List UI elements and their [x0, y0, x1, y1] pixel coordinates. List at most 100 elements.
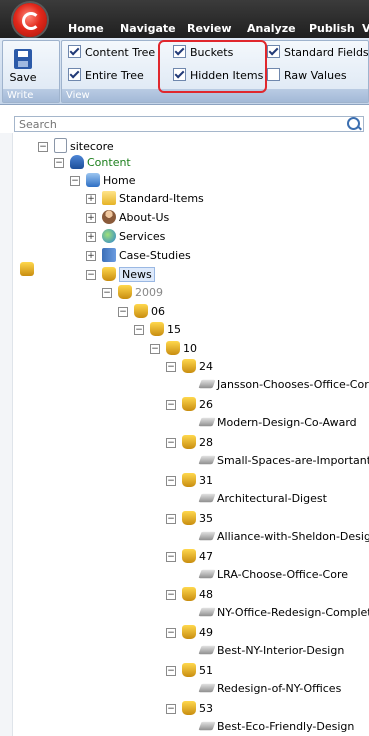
folder-icon — [102, 191, 116, 205]
tree-item-modern-design[interactable]: Modern-Design-Co-Award — [198, 414, 357, 432]
tree-node-label: 2009 — [135, 286, 163, 299]
content-tree-label: Content Tree — [85, 46, 156, 59]
checkbox-box[interactable] — [68, 68, 81, 81]
tree-node-content[interactable]: − Content — [54, 154, 131, 172]
raw-values-checkbox[interactable]: Raw Values — [267, 68, 347, 84]
tree-item-best-ny-interior[interactable]: Best-NY-Interior-Design — [198, 642, 345, 660]
tab-analyze[interactable]: Analyze — [247, 22, 296, 35]
tree-node-case-studies[interactable]: + Case-Studies — [86, 247, 191, 265]
tree-node-2009[interactable]: − 2009 — [102, 284, 163, 302]
collapse-icon[interactable]: − — [166, 666, 176, 676]
tree-node-news[interactable]: − News — [86, 266, 155, 284]
tree-item-jansson[interactable]: Jansson-Chooses-Office-Core — [198, 376, 369, 394]
checkbox-box[interactable] — [68, 45, 81, 58]
tree-node-label: Services — [119, 230, 166, 243]
tree-item-alliance[interactable]: Alliance-with-Sheldon-Designs — [198, 528, 369, 546]
highlight-annotation — [158, 40, 267, 93]
bucket-marker-icon — [20, 262, 34, 276]
tree-node-label: Modern-Design-Co-Award — [217, 416, 357, 429]
collapse-icon[interactable]: − — [166, 628, 176, 638]
collapse-icon[interactable]: − — [134, 325, 144, 335]
expand-icon[interactable]: + — [86, 213, 96, 223]
tree-node-label: 26 — [199, 398, 213, 411]
collapse-icon[interactable]: − — [166, 590, 176, 600]
tree-node-15[interactable]: − 15 — [134, 321, 181, 339]
expand-icon[interactable]: + — [86, 251, 96, 261]
bucket-icon — [182, 663, 196, 677]
tree-item-architectural-digest[interactable]: Architectural-Digest — [198, 490, 327, 508]
tree-item-best-eco-friendly[interactable]: Best-Eco-Friendly-Design — [198, 718, 354, 736]
bucket-icon — [118, 285, 132, 299]
save-button[interactable]: Save — [9, 49, 37, 84]
search-input[interactable] — [15, 117, 339, 131]
collapse-icon[interactable]: − — [166, 476, 176, 486]
tab-review[interactable]: Review — [187, 22, 232, 35]
tree-node-label: 06 — [151, 305, 165, 318]
tree-node-10[interactable]: − 10 — [150, 340, 197, 358]
bucket-icon — [182, 397, 196, 411]
collapse-icon[interactable]: − — [70, 176, 80, 186]
tree-node-31[interactable]: − 31 — [166, 472, 213, 490]
tree-node-label: 15 — [167, 323, 181, 336]
bucket-icon — [150, 322, 164, 336]
tree-item-redesign-ny-offices[interactable]: Redesign-of-NY-Offices — [198, 680, 342, 698]
tree-node-06[interactable]: − 06 — [118, 303, 165, 321]
tab-home[interactable]: Home — [68, 22, 104, 35]
collapse-icon[interactable]: − — [166, 514, 176, 524]
tree-node-47[interactable]: − 47 — [166, 548, 213, 566]
save-icon — [14, 49, 32, 69]
tree-node-label: Content — [87, 156, 131, 169]
tree-node-services[interactable]: + Services — [86, 228, 165, 246]
tree-node-label: 48 — [199, 588, 213, 601]
tree-node-label: 28 — [199, 436, 213, 449]
tree-node-48[interactable]: − 48 — [166, 586, 213, 604]
tree-node-28[interactable]: − 28 — [166, 434, 213, 452]
book-icon — [102, 248, 116, 262]
expand-icon[interactable]: + — [86, 232, 96, 242]
tree-node-51[interactable]: − 51 — [166, 662, 213, 680]
bucket-icon — [166, 341, 180, 355]
collapse-icon[interactable]: − — [118, 307, 128, 317]
search-icon[interactable] — [347, 117, 360, 130]
tree-node-home[interactable]: − Home — [70, 172, 135, 190]
item-icon — [198, 569, 216, 579]
tree-node-label: Redesign-of-NY-Offices — [217, 682, 342, 695]
collapse-icon[interactable]: − — [102, 288, 112, 298]
bucket-icon — [102, 267, 116, 281]
collapse-icon[interactable]: − — [38, 142, 48, 152]
collapse-icon[interactable]: − — [166, 704, 176, 714]
tab-view[interactable]: V — [362, 22, 369, 35]
collapse-icon[interactable]: − — [166, 552, 176, 562]
tab-publish[interactable]: Publish — [309, 22, 355, 35]
collapse-icon[interactable]: − — [166, 438, 176, 448]
tree-node-35[interactable]: − 35 — [166, 510, 213, 528]
tree-item-small-spaces[interactable]: Small-Spaces-are-Important — [198, 452, 369, 470]
collapse-icon[interactable]: − — [150, 344, 160, 354]
standard-fields-checkbox[interactable]: Standard Fields — [267, 45, 369, 61]
tree-node-53[interactable]: − 53 — [166, 700, 213, 718]
tab-navigate[interactable]: Navigate — [120, 22, 176, 35]
tree-item-ny-office-redesign[interactable]: NY-Office-Redesign-Complete — [198, 604, 369, 622]
tree-node-label: 53 — [199, 702, 213, 715]
tree-node-label: 31 — [199, 474, 213, 487]
sitecore-logo-icon[interactable] — [13, 3, 47, 37]
checkbox-box[interactable] — [267, 68, 280, 81]
tree-node-about-us[interactable]: + About-Us — [86, 209, 169, 227]
tree-item-lra[interactable]: LRA-Choose-Office-Core — [198, 566, 348, 584]
collapse-icon[interactable]: − — [166, 362, 176, 372]
tree-node-label: Best-NY-Interior-Design — [217, 644, 345, 657]
entire-tree-checkbox[interactable]: Entire Tree — [68, 68, 144, 84]
tree-node-26[interactable]: − 26 — [166, 396, 213, 414]
collapse-icon[interactable]: − — [86, 270, 96, 280]
person-icon — [102, 210, 116, 224]
checkbox-box[interactable] — [267, 45, 280, 58]
tree-node-49[interactable]: − 49 — [166, 624, 213, 642]
content-tree-checkbox[interactable]: Content Tree — [68, 45, 155, 61]
collapse-icon[interactable]: − — [54, 158, 64, 168]
tree-node-label: 51 — [199, 664, 213, 677]
collapse-icon[interactable]: − — [166, 400, 176, 410]
tree-node-standard-items[interactable]: + Standard-Items — [86, 190, 204, 208]
tree-node-label: sitecore — [70, 140, 114, 153]
tree-node-24[interactable]: − 24 — [166, 358, 213, 376]
expand-icon[interactable]: + — [86, 194, 96, 204]
